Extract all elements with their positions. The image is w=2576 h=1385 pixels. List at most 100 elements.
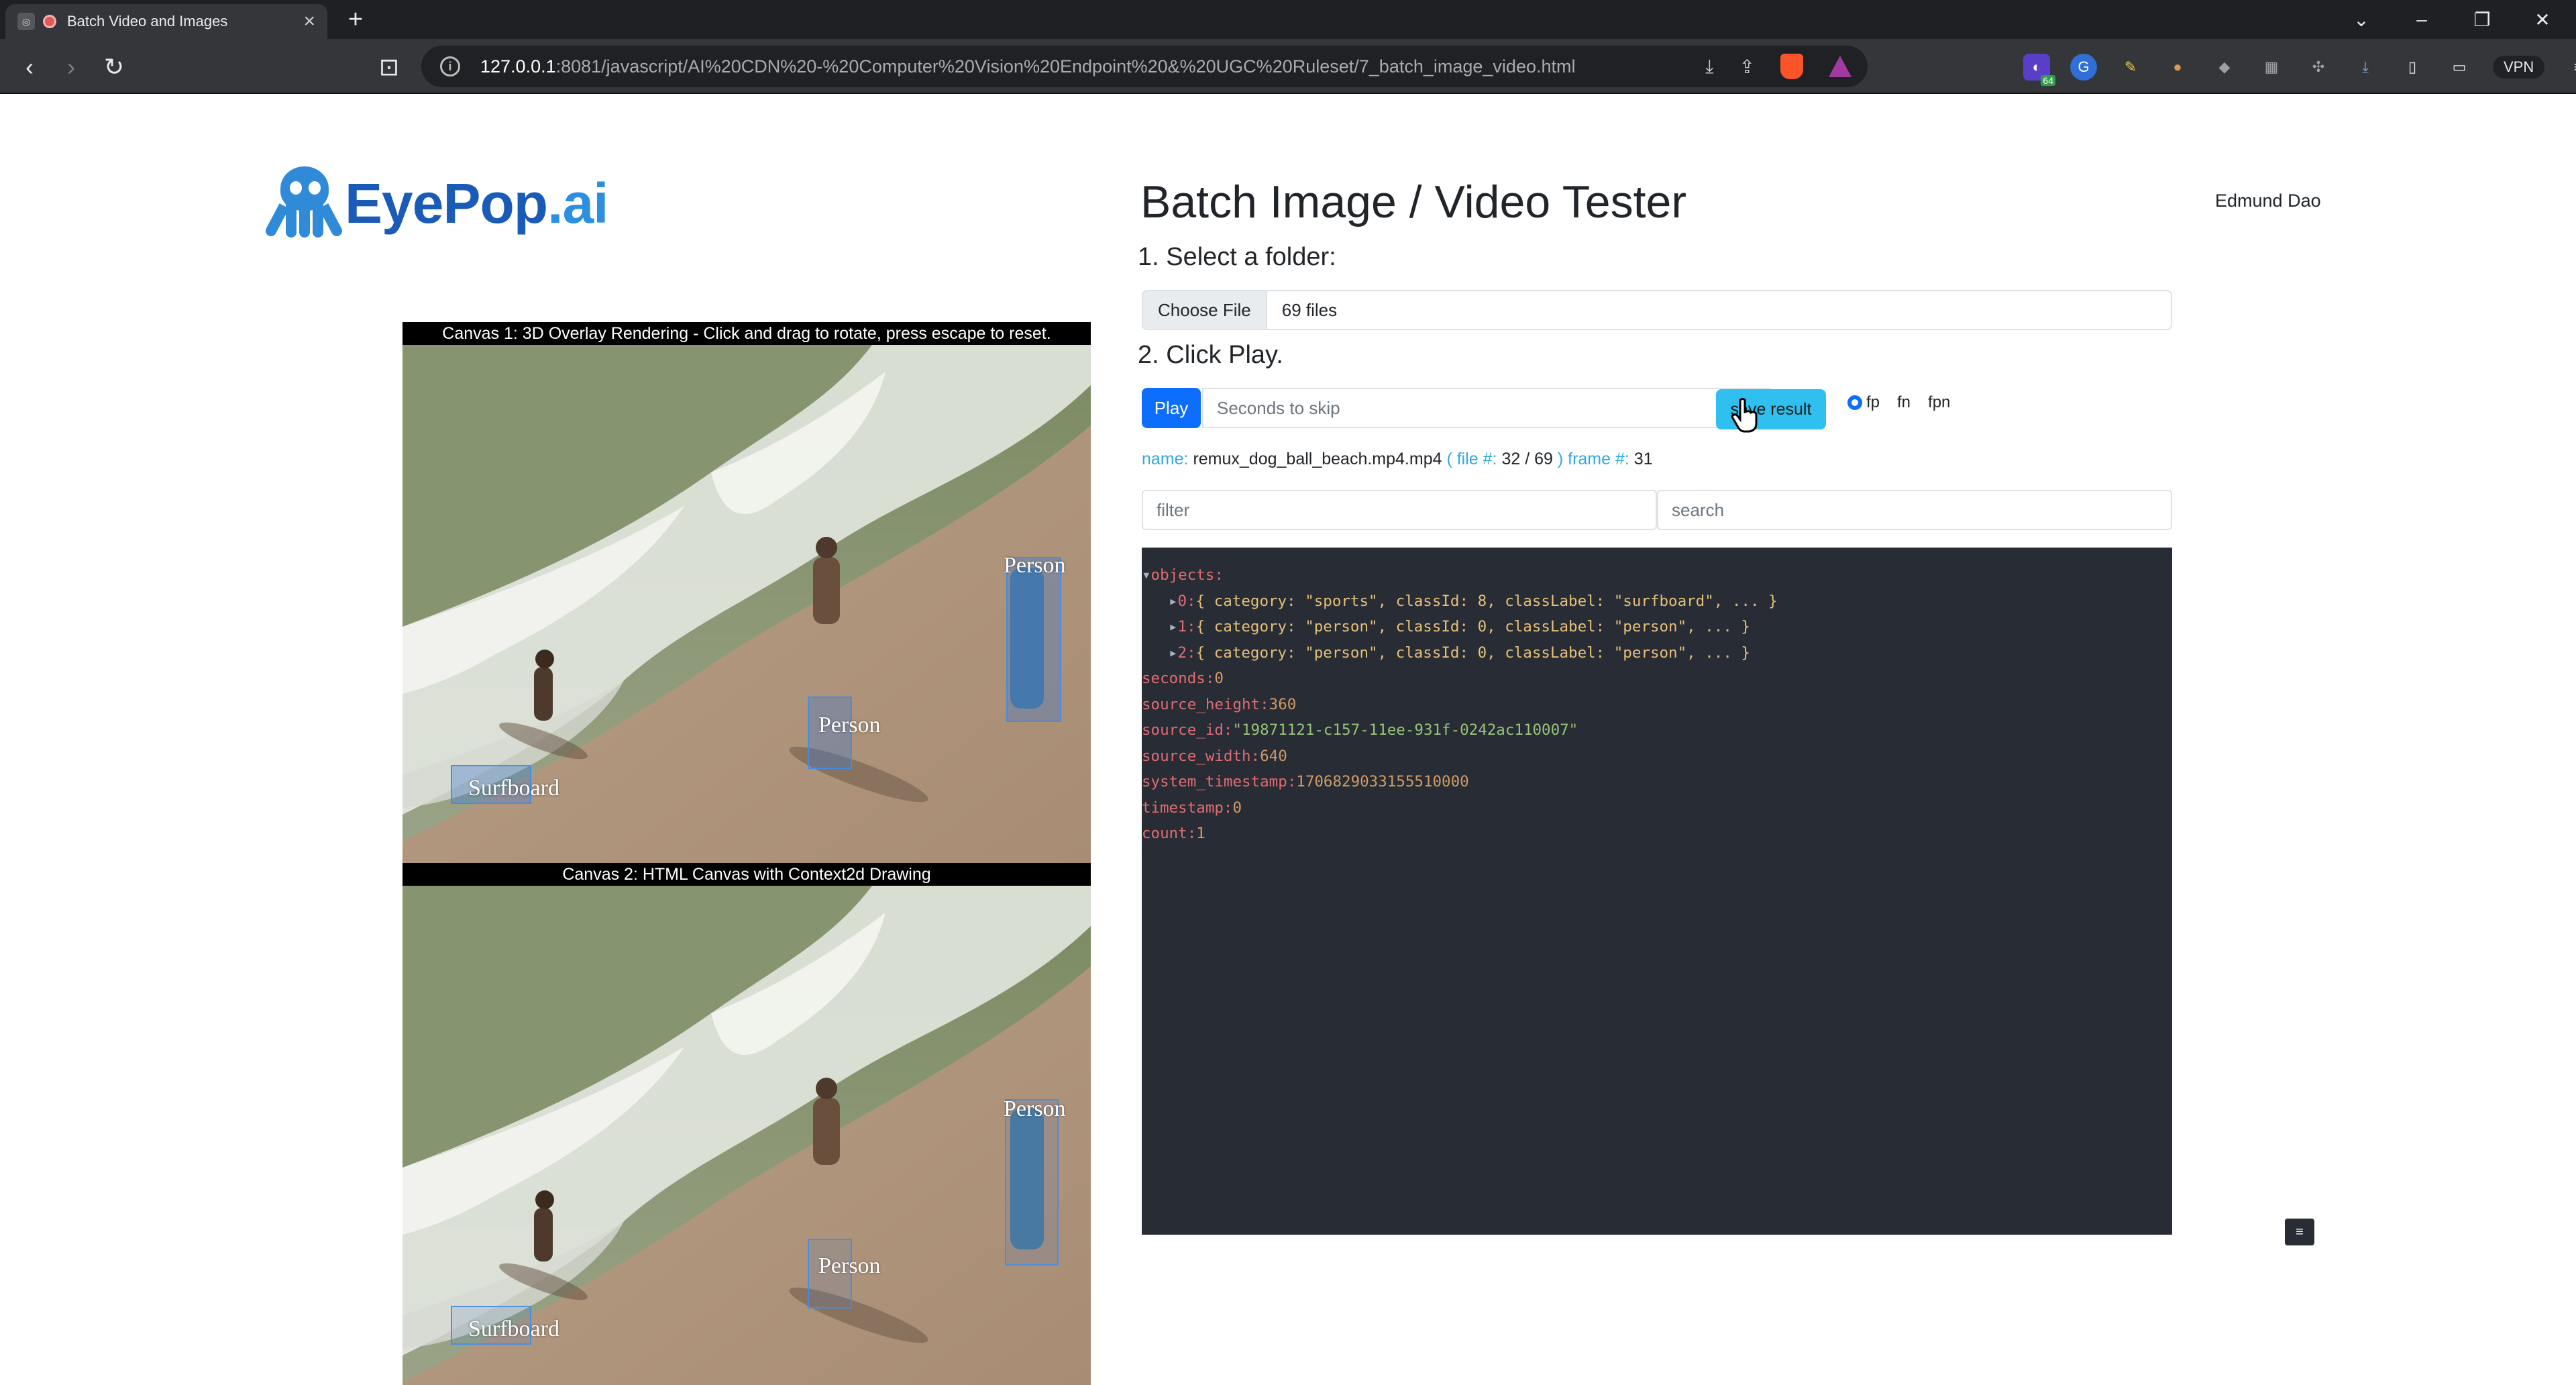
dev-tools-icon[interactable]: ▦ <box>2258 54 2285 81</box>
menu-icon[interactable]: ≡ <box>2565 54 2576 81</box>
field-value: 0 <box>1232 799 1242 817</box>
play-controls: Play save result fp fn fpn <box>1142 388 2175 433</box>
forward-icon[interactable]: › <box>55 51 87 83</box>
canvas-1-scene[interactable]: Person Person Surfboard <box>402 345 1091 863</box>
object-preview: { category: "sports", classId: 8, classL… <box>1195 592 1778 610</box>
object-index: 0: <box>1177 592 1196 610</box>
brave-rewards-icon[interactable] <box>1829 56 1851 77</box>
expand-triangle-icon[interactable]: ▸ <box>1169 644 1178 662</box>
file-number: 32 / 69 <box>1501 450 1553 468</box>
radio-fpn-label: fpn <box>1928 393 1951 411</box>
radio-fp[interactable]: fp <box>1847 393 1880 412</box>
field-value: 360 <box>1269 695 1297 713</box>
extensions-icon[interactable]: ✣ <box>2305 54 2332 81</box>
json-field: seconds:0 <box>1142 666 2172 692</box>
step-2-heading: 2. Click Play. <box>1138 341 1283 369</box>
file-name: remux_dog_ball_beach.mp4.mp4 <box>1193 450 1442 468</box>
step-1-heading: 1. Select a folder: <box>1138 243 1336 271</box>
browser-toolbar: ‹ › ↻ ⊡ i 127.0.0.1:8081/javascript/AI%2… <box>0 39 2576 94</box>
user-name: Edmund Dao <box>2215 191 2321 211</box>
brave-shields-icon[interactable] <box>1780 54 1803 79</box>
restore-button[interactable]: ❐ <box>2451 0 2513 39</box>
choose-file-button[interactable]: Choose File <box>1143 291 1267 329</box>
menu-toggle-button[interactable]: ≡ <box>2285 1219 2314 1245</box>
json-field: count:1 <box>1142 821 2172 847</box>
field-key: seconds: <box>1142 670 1215 687</box>
tab-title: Batch Video and Images <box>67 13 228 30</box>
radio-fpn[interactable]: fpn <box>1928 393 1950 412</box>
search-input[interactable] <box>1657 490 2172 530</box>
puzzle-shape-icon[interactable]: ◆ <box>2211 54 2238 81</box>
object-index: 2: <box>1177 644 1196 662</box>
new-tab-button[interactable]: + <box>341 7 370 34</box>
seconds-to-skip-input[interactable] <box>1202 388 1774 428</box>
radio-fn-label: fn <box>1897 393 1911 411</box>
detection-label: Person <box>818 1253 881 1278</box>
object-item-2[interactable]: ▸2:{ category: "person", classId: 0, cla… <box>1142 640 2172 666</box>
filter-input[interactable] <box>1142 490 1657 530</box>
bookmark-icon[interactable]: ⊡ <box>373 51 405 83</box>
field-value: 640 <box>1260 747 1287 765</box>
extension-icon[interactable]: ◐ 64 <box>2023 54 2055 86</box>
radio-fn[interactable]: fn <box>1897 393 1911 412</box>
detection-box-person <box>1005 1099 1059 1266</box>
close-tab-icon[interactable]: × <box>303 10 315 33</box>
json-result-viewer[interactable]: ▾objects: ▸0:{ category: "sports", class… <box>1142 548 2172 1235</box>
eyepop-logo[interactable]: EyePop.ai <box>263 166 609 240</box>
frame-number-key: ) frame #: <box>1557 450 1629 468</box>
page-title: Batch Image / Video Tester <box>1140 176 1686 227</box>
reload-icon[interactable]: ↻ <box>98 51 130 83</box>
field-value: 0 <box>1214 670 1224 687</box>
field-key: source_width: <box>1142 747 1260 765</box>
expand-triangle-icon[interactable]: ▸ <box>1169 618 1178 635</box>
canvas-1-label: Canvas 1: 3D Overlay Rendering - Click a… <box>442 324 1051 343</box>
object-item-1[interactable]: ▸1:{ category: "person", classId: 0, cla… <box>1142 614 2172 640</box>
tab-search-icon[interactable]: ⌄ <box>2330 0 2392 39</box>
detection-label: Person <box>818 713 881 737</box>
canvas-2-label: Canvas 2: HTML Canvas with Context2d Dra… <box>562 865 931 884</box>
extension-badge: 64 <box>2041 75 2055 86</box>
canvas-1-3d-overlay[interactable]: Canvas 1: 3D Overlay Rendering - Click a… <box>402 322 1091 863</box>
object-item-0[interactable]: ▸0:{ category: "sports", classId: 8, cla… <box>1142 588 2172 615</box>
highlighter-icon[interactable]: ✎ <box>2117 54 2144 81</box>
json-field: source_width:640 <box>1142 743 2172 770</box>
field-key: count: <box>1142 825 1197 842</box>
hand-cursor-icon <box>1731 398 1758 433</box>
site-info-icon[interactable]: i <box>440 56 460 76</box>
canvas-2-scene[interactable]: Person Person Surfboard <box>402 886 1091 1385</box>
downloads-icon[interactable]: ⤓ <box>2352 54 2379 81</box>
json-field: timestamp:0 <box>1142 795 2172 821</box>
field-key: source_height: <box>1142 695 1269 713</box>
grammar-extension-icon[interactable]: G <box>2070 54 2097 81</box>
collapse-triangle-icon[interactable]: ▾ <box>1142 566 1151 584</box>
field-value: 1706829033155510000 <box>1296 773 1469 790</box>
close-window-button[interactable]: ✕ <box>2512 0 2573 39</box>
address-bar[interactable]: i 127.0.0.1:8081/javascript/AI%20CDN%20-… <box>421 46 1868 87</box>
octopus-logo-icon <box>263 166 344 240</box>
expand-triangle-icon[interactable]: ▸ <box>1169 593 1178 610</box>
logo-text: EyePop <box>345 171 548 235</box>
share-icon[interactable]: ⇪ <box>1739 56 1755 78</box>
objects-key: objects: <box>1150 566 1224 584</box>
play-button[interactable]: Play <box>1142 388 1201 428</box>
wallet-icon[interactable]: ▭ <box>2446 54 2473 81</box>
browser-tab[interactable]: ◎ Batch Video and Images × <box>5 4 327 39</box>
object-index: 1: <box>1177 618 1196 635</box>
field-value: "19871121-c157-11ee-931f-0242ac110007" <box>1232 721 1578 739</box>
objects-node[interactable]: ▾objects: <box>1142 562 2172 588</box>
json-field: source_height:360 <box>1142 692 2172 718</box>
canvas-2-context2d[interactable]: Canvas 2: HTML Canvas with Context2d Dra… <box>402 863 1091 1385</box>
detection-label: Surfboard <box>468 776 559 801</box>
cookie-icon[interactable]: ● <box>2164 54 2191 81</box>
vpn-button[interactable]: VPN <box>2493 56 2545 79</box>
detection-label: Surfboard <box>468 1317 559 1341</box>
sidebar-icon[interactable]: ▯ <box>2399 54 2426 81</box>
field-key: timestamp: <box>1142 799 1233 817</box>
current-file-status: name: remux_dog_ball_beach.mp4.mp4 ( fil… <box>1142 450 1653 469</box>
download-icon[interactable]: ⤓ <box>1705 56 1713 78</box>
favicon-icon: ◎ <box>17 13 35 30</box>
radio-selected-icon <box>1847 395 1862 410</box>
folder-file-input[interactable]: Choose File 69 files <box>1142 290 2172 330</box>
minimize-button[interactable]: – <box>2391 0 2453 39</box>
back-icon[interactable]: ‹ <box>13 51 46 83</box>
